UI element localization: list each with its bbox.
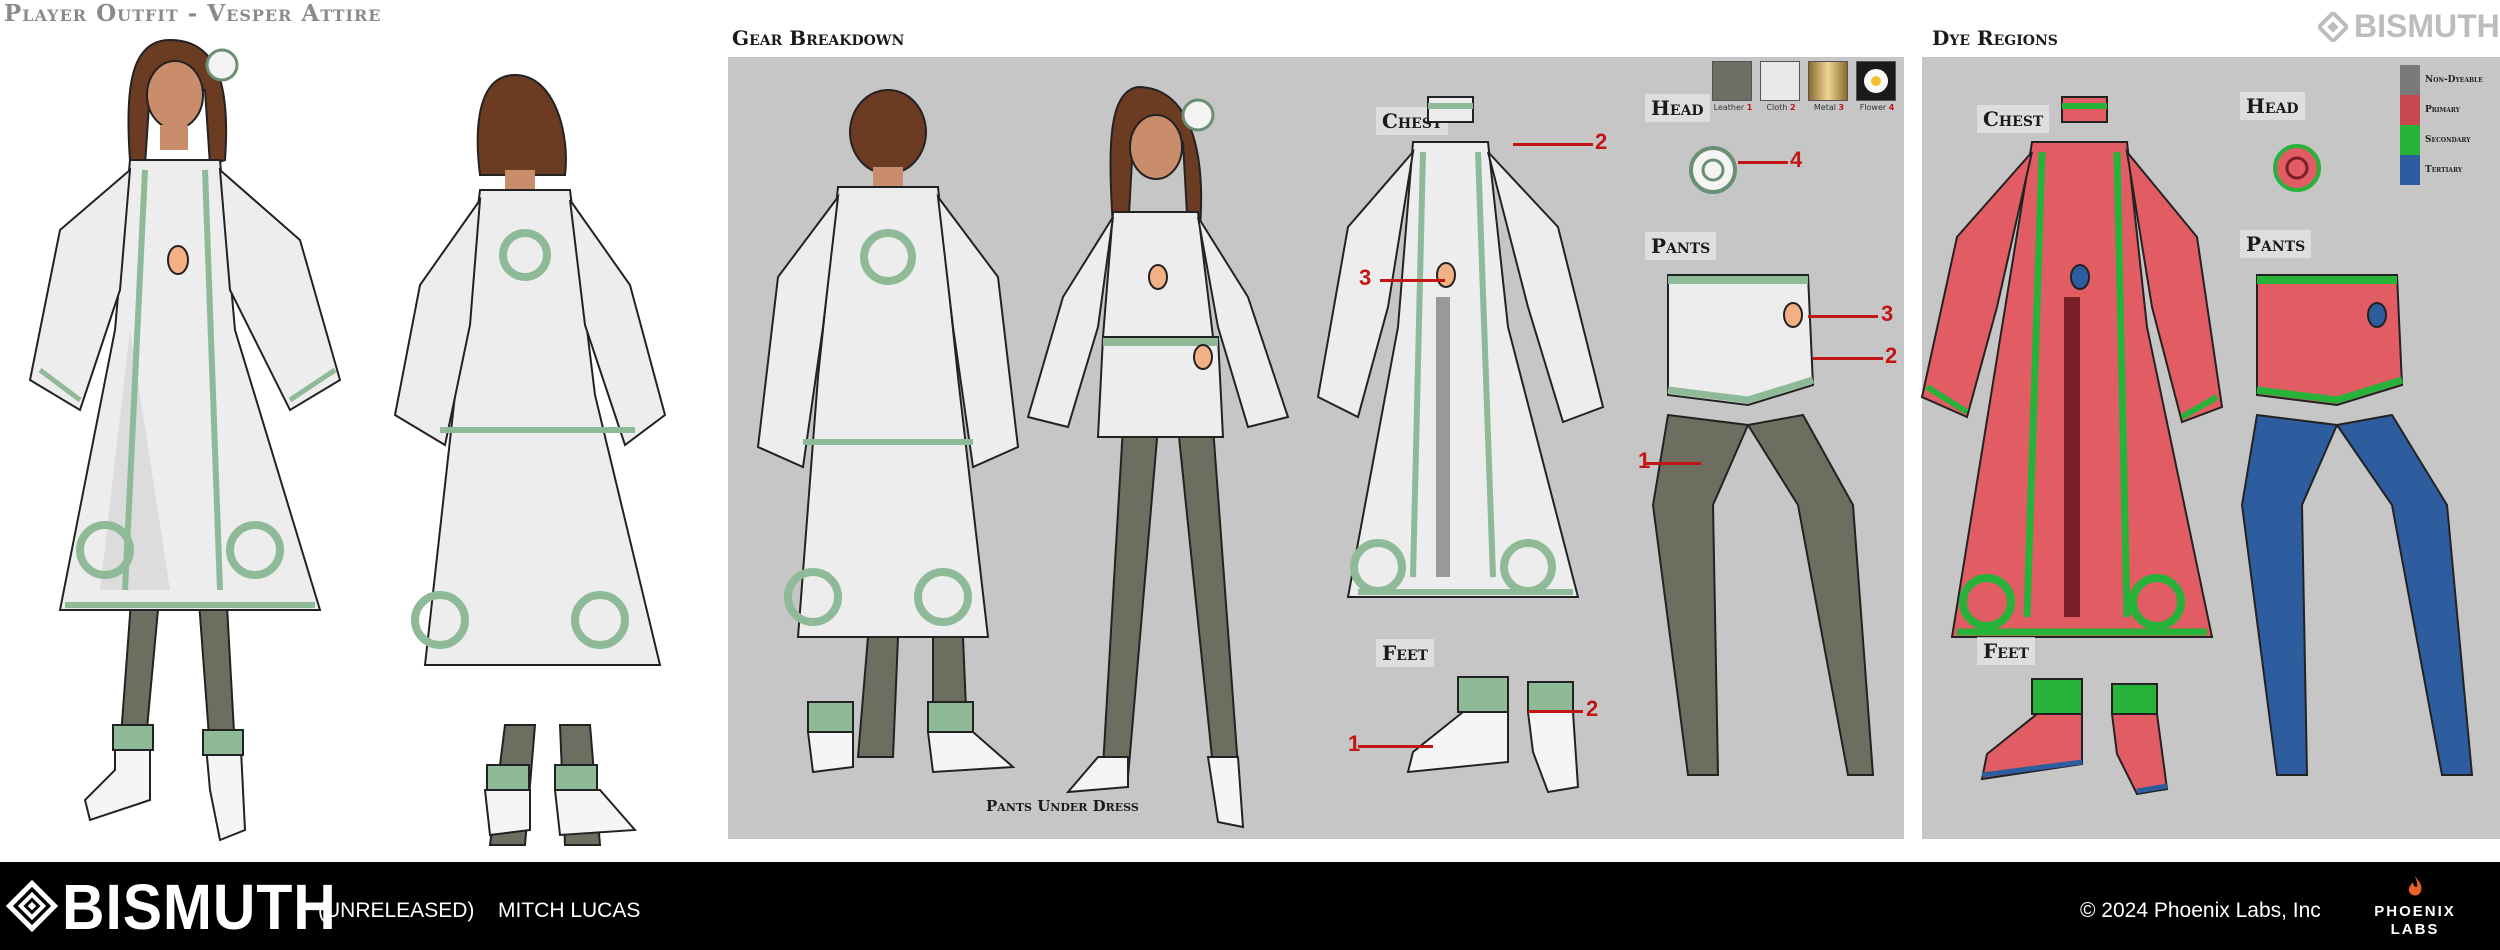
gear-breakdown-panel: Pants Under Dress Chest 2 3 Head 4 Leath… bbox=[728, 57, 1904, 839]
gear-feet-label: Feet bbox=[1376, 639, 1434, 667]
legend-chip-icon bbox=[2400, 125, 2420, 155]
callout-feet-leather: 2 bbox=[1586, 696, 1599, 721]
gear-back-figure bbox=[756, 89, 1020, 774]
dye-feet-label: Feet bbox=[1977, 637, 2035, 665]
cloth-swatch-icon bbox=[1760, 61, 1800, 101]
swatch-leather: Leather 1 bbox=[1712, 61, 1754, 112]
turnaround-front-figure bbox=[28, 38, 342, 842]
gear-head-label: Head bbox=[1645, 94, 1710, 122]
swatch-flower: Flower 4 bbox=[1856, 61, 1898, 112]
callout-pants-leather: 1 bbox=[1638, 448, 1651, 473]
legend-secondary: Secondary bbox=[2400, 125, 2471, 155]
leather-swatch-icon bbox=[1712, 61, 1752, 101]
bismuth-logo-icon bbox=[2318, 11, 2348, 42]
turnaround-back-figure bbox=[393, 73, 667, 846]
dye-regions-title: Dye Regions bbox=[1932, 26, 2058, 50]
dye-feet-boots bbox=[1980, 678, 2169, 796]
gear-breakdown-title: Gear Breakdown bbox=[732, 26, 905, 50]
top-brand-logo: BISMUTH bbox=[2318, 8, 2500, 45]
legend-non-dyeable: Non-Dyeable bbox=[2400, 65, 2483, 95]
dye-chest-piece bbox=[1920, 96, 2224, 638]
dye-pants-piece bbox=[2240, 274, 2474, 776]
gear-head-flower-icon bbox=[1689, 146, 1737, 194]
top-brand-text: BISMUTH bbox=[2354, 8, 2500, 44]
legend-primary: Primary bbox=[2400, 95, 2460, 125]
dye-head-label: Head bbox=[2240, 92, 2305, 120]
callout-feet-cloth: 1 bbox=[1348, 731, 1361, 756]
release-status: (UNRELEASED) bbox=[318, 899, 475, 922]
dye-regions-panel: Chest Head Pants Feet Non-Dyeable Primar… bbox=[1920, 57, 2500, 839]
gear-feet-boots bbox=[1406, 676, 1580, 794]
dye-head-flower-icon bbox=[2273, 144, 2321, 192]
dye-pants-label: Pants bbox=[2240, 230, 2312, 258]
metal-swatch-icon bbox=[1808, 61, 1848, 101]
flower-swatch-icon bbox=[1856, 61, 1896, 101]
legend-tertiary: Tertiary bbox=[2400, 155, 2462, 185]
footer-bar: BISMUTH (UNRELEASED) MITCH LUCAS © 2024 … bbox=[0, 862, 2500, 950]
callout-pants-cloth: 2 bbox=[1885, 343, 1898, 368]
copyright: © 2024 Phoenix Labs, Inc bbox=[2080, 899, 2321, 922]
flame-icon bbox=[2408, 876, 2422, 896]
legend-chip-icon bbox=[2400, 95, 2420, 125]
phoenix-labs-logo: PHOENIX LABS bbox=[2360, 876, 2470, 939]
gear-pants-label: Pants bbox=[1645, 232, 1717, 260]
footer-brand: BISMUTH bbox=[62, 871, 337, 943]
swatch-metal: Metal 3 bbox=[1808, 61, 1850, 112]
gear-chest-piece bbox=[1316, 96, 1605, 598]
bismuth-logo-icon bbox=[6, 880, 58, 932]
page-title: Player Outfit - Vesper Attire bbox=[4, 0, 382, 27]
gear-pants-under-dress-figure bbox=[1026, 85, 1290, 829]
callout-pants-metal: 3 bbox=[1881, 301, 1894, 326]
swatch-cloth: Cloth 2 bbox=[1760, 61, 1802, 112]
gear-pants-piece bbox=[1651, 274, 1875, 776]
legend-chip-icon bbox=[2400, 155, 2420, 185]
callout-head-flower: 4 bbox=[1790, 147, 1803, 172]
artist-name: MITCH LUCAS bbox=[498, 899, 641, 922]
callout-chest-metal: 3 bbox=[1359, 265, 1372, 290]
legend-chip-icon bbox=[2400, 65, 2420, 95]
callout-chest-cloth: 2 bbox=[1595, 129, 1608, 154]
pants-under-dress-caption: Pants Under Dress bbox=[986, 797, 1139, 815]
